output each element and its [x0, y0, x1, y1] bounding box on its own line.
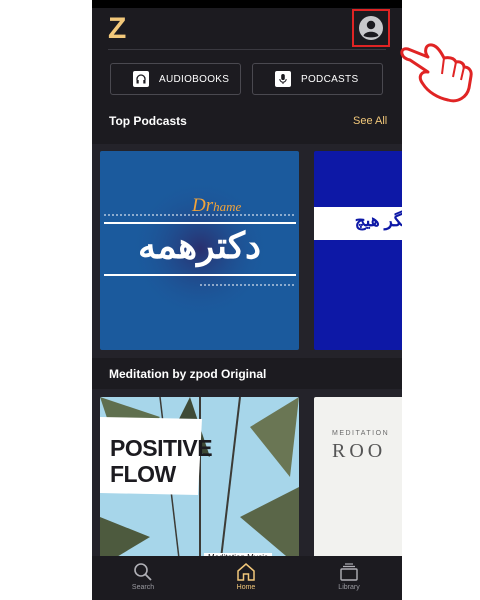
- nav-search[interactable]: Search: [113, 562, 173, 591]
- bottom-navigation: Search Home Library: [92, 556, 402, 600]
- nav-library[interactable]: Library: [319, 562, 379, 591]
- section-title-top-podcasts: Top Podcasts: [109, 114, 187, 128]
- library-icon: [340, 563, 358, 581]
- drhame-title: دکترهمه: [138, 225, 261, 266]
- positive-flow-title: POSITIVE FLOW: [110, 435, 213, 487]
- header-divider: [108, 49, 386, 50]
- audiobooks-label: AUDIOBOOKS: [159, 73, 230, 85]
- audiobooks-chip[interactable]: AUDIOBOOKS: [110, 63, 241, 95]
- drhame-wordmark: Drhame: [192, 195, 242, 216]
- app-screen: Z AUDIOBOOKS PODCASTS Top Podcasts See A…: [92, 0, 402, 600]
- section-title-meditation: Meditation by zpod Original: [109, 367, 267, 381]
- podcast-card-second[interactable]: بگر هیچ: [314, 151, 402, 350]
- status-bar: [92, 0, 402, 8]
- microphone-icon: [275, 71, 291, 87]
- podcasts-chip[interactable]: PODCASTS: [252, 63, 383, 95]
- podcast-card-drhame[interactable]: Drhame دکترهمه: [100, 151, 299, 350]
- second-podcast-title: بگر هیچ: [354, 211, 402, 230]
- meditation-kicker: MEDITATION: [332, 430, 390, 437]
- podcasts-label: PODCASTS: [301, 73, 359, 85]
- room-title: ROO: [332, 440, 387, 462]
- home-icon: [237, 563, 255, 581]
- meditation-card-positive-flow[interactable]: POSITIVE FLOW Meditation Music: [100, 397, 299, 567]
- user-circle-icon: [359, 16, 383, 40]
- nav-library-label: Library: [338, 584, 360, 591]
- headphones-icon: [133, 71, 149, 87]
- pointing-hand-icon: [400, 43, 473, 103]
- search-icon: [134, 563, 152, 581]
- nav-search-label: Search: [131, 584, 155, 591]
- nav-home[interactable]: Home: [216, 562, 276, 591]
- profile-button[interactable]: [352, 9, 390, 47]
- nav-home-label: Home: [236, 584, 256, 591]
- app-logo: Z: [108, 12, 127, 45]
- see-all-link[interactable]: See All: [353, 115, 387, 127]
- meditation-card-second[interactable]: MEDITATION ROO: [314, 397, 402, 567]
